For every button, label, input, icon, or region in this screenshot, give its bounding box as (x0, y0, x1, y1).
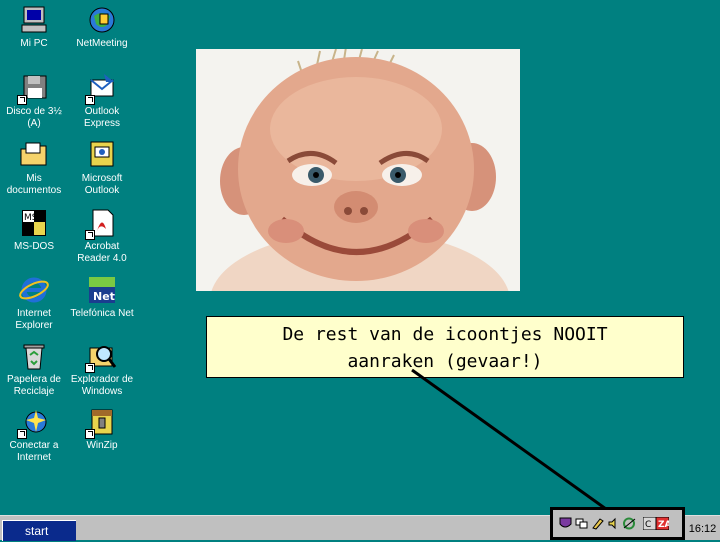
shortcut-arrow-icon (85, 230, 95, 240)
shield-icon[interactable] (559, 517, 572, 530)
taskbar-clock[interactable]: 16:12 (685, 519, 720, 540)
pencil-icon[interactable] (591, 517, 604, 530)
shortcut-arrow-icon (85, 363, 95, 373)
icon-label: Outlook (84, 184, 120, 196)
desktop-icon-outlook-express[interactable]: Outlook Express (68, 72, 136, 129)
ms-dos-icon: MS (18, 207, 50, 239)
icon-label: Reciclaje (13, 385, 55, 397)
microsoft-outlook-icon (86, 139, 118, 171)
warning-callout: De rest van de icoontjes NOOIT aanraken … (206, 316, 684, 378)
recycle-bin-icon (18, 340, 50, 372)
icon-label: MS-DOS (14, 241, 54, 252)
netmeeting-icon (86, 4, 118, 36)
acrobat-reader-icon (85, 207, 118, 240)
system-tray: C ZA (550, 507, 685, 540)
icon-label: Disco de 3½ (6, 106, 62, 117)
floppy-disk-icon (17, 72, 50, 105)
icon-label: Internet (17, 451, 51, 463)
winzip-icon (85, 406, 118, 439)
desktop-icon-telefonica-net[interactable]: Net Telefónica Net (68, 274, 136, 320)
desktop-icon-my-documents[interactable]: Mis documentos (0, 139, 68, 196)
icon-label: Outlook (84, 106, 120, 117)
speaker-icon[interactable] (607, 517, 620, 530)
desktop: Mi PC NetMeeting Disco de 3½ (A) Outlook… (0, 0, 720, 515)
icon-label: Telefónica Net (70, 308, 134, 319)
desktop-icon-recycle-bin[interactable]: Papelera de Reciclaje (0, 340, 68, 397)
my-computer-icon (18, 4, 50, 36)
svg-text:C: C (645, 520, 651, 530)
my-documents-folder-icon (18, 139, 50, 171)
icon-label: Acrobat (84, 241, 120, 252)
windows-explorer-icon (85, 340, 118, 373)
shortcut-arrow-icon (17, 429, 27, 439)
icon-label: Internet (17, 308, 51, 319)
desktop-icon-ms-dos[interactable]: MS MS-DOS (0, 207, 68, 253)
callout-line-1: De rest van de icoontjes NOOIT (282, 324, 608, 345)
shortcut-arrow-icon (85, 95, 95, 105)
shortcut-arrow-icon (85, 429, 95, 439)
grinning-baby-photo (196, 49, 520, 291)
connect-to-internet-icon (17, 406, 50, 439)
start-label: start (25, 524, 49, 538)
start-button[interactable]: start (2, 520, 76, 541)
icon-label: WinZip (86, 440, 118, 451)
icon-label: Express (83, 117, 121, 129)
icon-label: Conectar a (9, 440, 59, 451)
outlook-express-icon (85, 72, 118, 105)
shortcut-arrow-icon (17, 95, 27, 105)
zonealarm-icon[interactable]: C ZA (642, 516, 672, 531)
desktop-icon-winzip[interactable]: WinZip (68, 406, 136, 452)
icon-label: Mis (26, 173, 42, 184)
desktop-icon-acrobat-reader[interactable]: Acrobat Reader 4.0 (68, 207, 136, 264)
network-icon[interactable] (575, 517, 588, 530)
icon-label: NetMeeting (76, 38, 128, 49)
icon-label: (A) (27, 117, 41, 129)
svg-text:Net: Net (93, 290, 115, 303)
icon-label: Reader 4.0 (77, 252, 127, 264)
icon-label: Papelera de (7, 374, 61, 385)
svg-text:MS: MS (24, 213, 38, 223)
icon-label: Explorer (15, 319, 53, 331)
icon-label: documentos (6, 184, 62, 196)
icon-label: Explorador de (70, 374, 134, 385)
desktop-icon-windows-explorer[interactable]: Explorador de Windows (68, 340, 136, 397)
desktop-icon-my-computer[interactable]: Mi PC (0, 4, 68, 50)
svg-text:ZA: ZA (658, 520, 669, 530)
icon-label: Mi PC (20, 38, 48, 49)
telefonica-net-icon: Net (86, 274, 118, 306)
desktop-icon-microsoft-outlook[interactable]: Microsoft Outlook (68, 139, 136, 196)
internet-explorer-icon (18, 274, 50, 306)
desktop-icon-connect-internet[interactable]: Conectar a Internet (0, 406, 68, 463)
icon-label: Windows (81, 385, 123, 397)
icon-label: Microsoft (81, 173, 123, 184)
connection-icon[interactable] (623, 517, 636, 530)
desktop-icon-netmeeting[interactable]: NetMeeting (68, 4, 136, 50)
desktop-icon-internet-explorer[interactable]: Internet Explorer (0, 274, 68, 331)
callout-line-2: aanraken (gevaar!) (347, 351, 543, 372)
desktop-icon-floppy[interactable]: Disco de 3½ (A) (0, 72, 68, 129)
